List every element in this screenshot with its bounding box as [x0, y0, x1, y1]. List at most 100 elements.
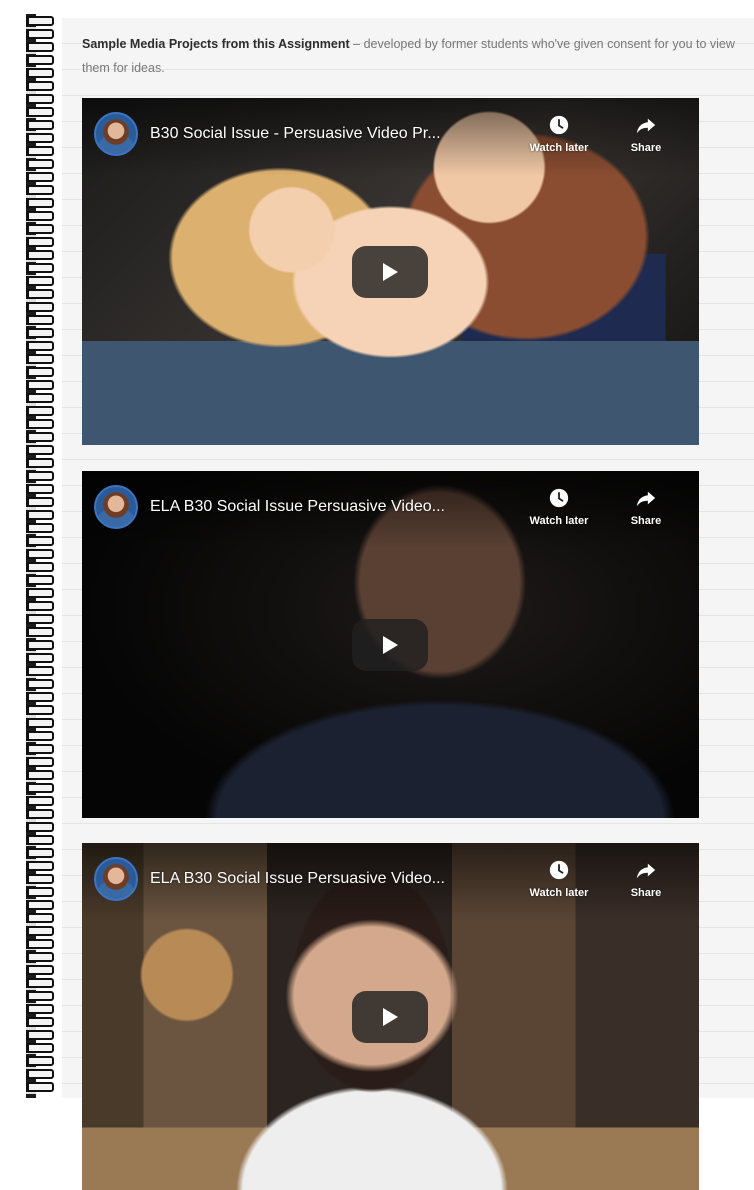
binding-ring	[26, 302, 54, 312]
binding-ring	[26, 679, 54, 689]
video-title[interactable]: ELA B30 Social Issue Persuasive Video...	[150, 869, 510, 889]
youtube-embed-1[interactable]: B30 Social Issue - Persuasive Video Pr..…	[82, 98, 699, 445]
youtube-embed-3[interactable]: ELA B30 Social Issue Persuasive Video...…	[82, 843, 699, 1190]
play-button[interactable]	[352, 619, 428, 671]
binding-ring	[26, 562, 54, 572]
video-title[interactable]: B30 Social Issue - Persuasive Video Pr..…	[150, 124, 510, 144]
binding-ring	[26, 627, 54, 637]
binding-ring	[26, 809, 54, 819]
share-label: Share	[630, 142, 662, 154]
binding-ring	[26, 224, 54, 234]
watch-later-label: Watch later	[529, 142, 589, 154]
intro-text: Sample Media Projects from this Assignme…	[82, 32, 742, 80]
binding-ring	[26, 991, 54, 1001]
share-arrow-icon	[636, 118, 656, 134]
intro-heading: Sample Media Projects from this Assignme…	[82, 37, 350, 51]
binding-ring	[26, 1069, 54, 1079]
binding-ring	[26, 861, 54, 871]
video-title[interactable]: ELA B30 Social Issue Persuasive Video...	[150, 497, 510, 517]
watch-later-label: Watch later	[529, 887, 589, 899]
binding-ring	[26, 692, 54, 702]
binding-ring	[26, 445, 54, 455]
binding-ring	[26, 432, 54, 442]
share-label: Share	[630, 515, 662, 527]
share-button[interactable]: Share	[616, 114, 676, 154]
play-icon	[383, 263, 398, 281]
binding-ring	[26, 952, 54, 962]
binding-ring	[26, 276, 54, 286]
clock-icon	[549, 115, 569, 135]
binding-ring	[26, 601, 54, 611]
spiral-binding	[0, 0, 62, 1098]
binding-ring	[26, 341, 54, 351]
share-label: Share	[630, 887, 662, 899]
binding-ring	[26, 367, 54, 377]
binding-ring	[26, 211, 54, 221]
binding-ring	[26, 874, 54, 884]
binding-ring	[26, 198, 54, 208]
share-arrow-icon	[636, 491, 656, 507]
watch-later-button[interactable]: Watch later	[516, 487, 602, 527]
binding-ring	[26, 614, 54, 624]
binding-ring	[26, 926, 54, 936]
binding-ring	[26, 653, 54, 663]
binding-ring	[26, 289, 54, 299]
watch-later-button[interactable]: Watch later	[516, 114, 602, 154]
binding-ring	[26, 770, 54, 780]
binding-ring	[26, 549, 54, 559]
binding-ring	[26, 848, 54, 858]
binding-ring	[26, 393, 54, 403]
channel-avatar[interactable]	[94, 857, 138, 901]
binding-ring	[26, 913, 54, 923]
channel-avatar[interactable]	[94, 112, 138, 156]
clock-icon	[549, 860, 569, 880]
share-button[interactable]: Share	[616, 487, 676, 527]
binding-ring	[26, 965, 54, 975]
binding-ring	[26, 120, 54, 130]
play-icon	[383, 1008, 398, 1026]
binding-ring	[26, 94, 54, 104]
binding-ring	[26, 263, 54, 273]
channel-avatar[interactable]	[94, 485, 138, 529]
binding-ring	[26, 133, 54, 143]
binding-ring	[26, 315, 54, 325]
watch-later-button[interactable]: Watch later	[516, 859, 602, 899]
binding-rings	[26, 14, 56, 1098]
watch-later-label: Watch later	[529, 515, 589, 527]
play-button[interactable]	[352, 991, 428, 1043]
binding-ring	[26, 497, 54, 507]
binding-ring	[26, 835, 54, 845]
binding-ring	[26, 55, 54, 65]
binding-ring	[26, 471, 54, 481]
play-button[interactable]	[352, 246, 428, 298]
binding-ring	[26, 81, 54, 91]
binding-ring	[26, 1030, 54, 1040]
youtube-embed-2[interactable]: ELA B30 Social Issue Persuasive Video...…	[82, 471, 699, 818]
binding-ring	[26, 406, 54, 416]
binding-ring	[26, 29, 54, 39]
binding-ring	[26, 783, 54, 793]
notebook-page: Sample Media Projects from this Assignme…	[62, 18, 754, 1190]
binding-ring	[26, 939, 54, 949]
play-icon	[383, 636, 398, 654]
binding-ring	[26, 887, 54, 897]
share-arrow-icon	[636, 863, 656, 879]
binding-ring	[26, 159, 54, 169]
binding-ring	[26, 1043, 54, 1053]
binding-ring	[26, 575, 54, 585]
binding-ring	[26, 588, 54, 598]
clock-icon	[549, 488, 569, 508]
binding-ring	[26, 237, 54, 247]
binding-ring	[26, 1004, 54, 1014]
binding-ring	[26, 458, 54, 468]
binding-ring	[26, 640, 54, 650]
binding-ring	[26, 744, 54, 754]
share-button[interactable]: Share	[616, 859, 676, 899]
binding-ring	[26, 484, 54, 494]
binding-ring	[26, 1082, 54, 1092]
binding-ring	[26, 146, 54, 156]
binding-ring	[26, 900, 54, 910]
binding-ring	[26, 16, 54, 26]
binding-ring	[26, 523, 54, 533]
video-header: ELA B30 Social Issue Persuasive Video...…	[82, 471, 699, 549]
